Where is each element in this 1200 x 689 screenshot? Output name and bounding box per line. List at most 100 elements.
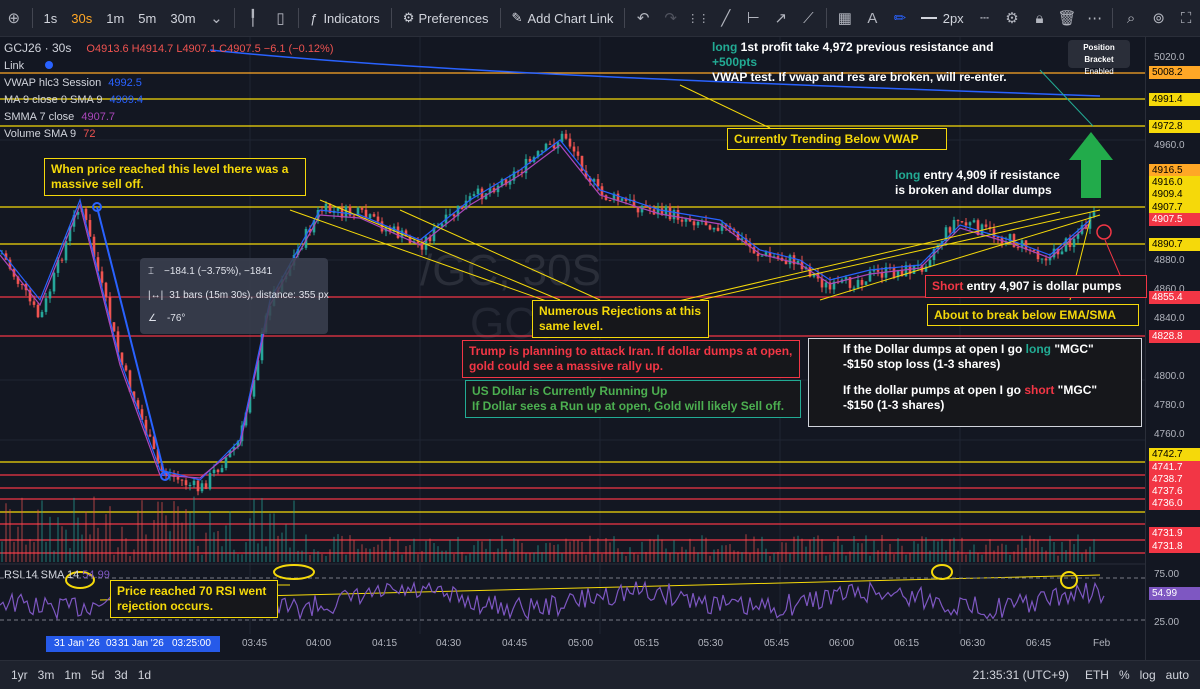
volume-bar [457, 536, 459, 562]
time-label: 06:45 [1026, 638, 1052, 649]
price-level-label: 4731.8 [1149, 540, 1200, 553]
volume-bar [837, 536, 839, 562]
candle-body [176, 476, 180, 480]
volume-bar [581, 541, 583, 562]
range-1yr[interactable]: 1yr [6, 668, 33, 682]
auto-toggle[interactable]: auto [1161, 668, 1194, 682]
volume-bar [925, 537, 927, 562]
measure-tool-popup[interactable]: ⌶ −184.1 (−3.75%), −1841 |↔| 31 bars (15m … [140, 258, 329, 334]
volume-bar [181, 522, 183, 562]
volume-bar [293, 500, 295, 562]
undo-icon[interactable]: ↶ [629, 0, 657, 36]
range-3d[interactable]: 3d [109, 668, 132, 682]
trade-plan-box[interactable]: If the Dollar dumps at open I go long "M… [808, 338, 1142, 427]
volume-bar [637, 554, 639, 562]
chevron-down-icon[interactable]: ⌄ [203, 0, 231, 36]
ray-icon[interactable]: ⊢ [740, 0, 768, 36]
ema-sma-note[interactable]: About to break below EMA/SMA [927, 304, 1139, 326]
trending-below-vwap-note[interactable]: Currently Trending Below VWAP [727, 128, 947, 150]
settings-icon[interactable]: ⚙ [998, 0, 1026, 36]
long-entry-note[interactable]: long entry 4,909 if resistance is broken… [889, 165, 1079, 201]
zoom-icon[interactable]: ⌕ [1117, 0, 1145, 36]
indicators-button[interactable]: ƒ Indicators [303, 0, 387, 36]
volume-bar [445, 550, 447, 562]
fullscreen-icon[interactable]: ⛶ [1172, 0, 1200, 36]
iran-note[interactable]: Trump is planning to attack Iran. If dol… [462, 340, 800, 378]
interval-30m[interactable]: 30m [163, 0, 202, 36]
bar-chart-icon[interactable]: ╿ [239, 0, 267, 36]
volume-bar [713, 549, 715, 562]
sell-off-note[interactable]: When price reached this level there was … [44, 158, 306, 196]
volume-bar [1005, 544, 1007, 562]
link-row[interactable]: Link [4, 58, 334, 75]
position-bracket-toggle[interactable]: Position Bracket Enabled [1068, 40, 1130, 76]
short-entry-note[interactable]: Short entry 4,907 is dollar pumps [925, 275, 1147, 298]
arrow-line-icon[interactable]: ↗ [767, 0, 795, 36]
add-chart-link-button[interactable]: ✎ Add Chart Link [505, 0, 621, 36]
line-width-select[interactable]: 2px [914, 0, 971, 36]
long-profit-note[interactable]: long 1st profit take 4,972 previous resi… [706, 37, 1046, 88]
volume-bar [521, 542, 523, 562]
candle-body [960, 221, 964, 223]
session-eth[interactable]: ETH [1080, 668, 1114, 682]
volume-bar [585, 554, 587, 562]
interval-1m[interactable]: 1m [99, 0, 131, 36]
range-5d[interactable]: 5d [86, 668, 109, 682]
symbol-label[interactable]: GCJ26 · 30s [4, 41, 71, 55]
drag-handle-icon[interactable]: ⋮⋮ [684, 0, 712, 36]
ma-legend[interactable]: MA 9 close 0 SMA 9 4909.4 [4, 92, 334, 109]
more-icon[interactable]: ⋯ [1081, 0, 1109, 36]
volume-bar [733, 550, 735, 562]
add-symbol-icon[interactable]: ⊕ [0, 0, 28, 36]
volume-bar [449, 540, 451, 562]
candle-body [964, 222, 968, 226]
volume-bar [961, 537, 963, 562]
rsi-legend[interactable]: RSI 14 SMA 14 54.99 [4, 569, 110, 581]
percent-toggle[interactable]: % [1114, 668, 1135, 682]
trash-icon[interactable]: 🗑︎ [1053, 0, 1081, 36]
volume-bar [5, 503, 7, 562]
volume-bar [381, 539, 383, 562]
dollar-note[interactable]: US Dollar is Currently Running Up If Dol… [465, 380, 801, 418]
trend-line-icon[interactable]: ╱ [712, 0, 740, 36]
preferences-button[interactable]: ⚙ Preferences [396, 0, 496, 36]
templates-icon[interactable]: ▦ [831, 0, 859, 36]
rejections-note[interactable]: Numerous Rejections at this same level. [532, 300, 709, 338]
interval-5m[interactable]: 5m [131, 0, 163, 36]
candlestick-icon[interactable]: ▯ [267, 0, 295, 36]
volume-bar [273, 513, 275, 562]
camera-icon[interactable]: ⊚ [1145, 0, 1173, 36]
smma-legend[interactable]: SMMA 7 close 4907.7 [4, 109, 334, 126]
vwap-legend[interactable]: VWAP hlc3 Session 4992.5 [4, 75, 334, 92]
candle-body [32, 301, 36, 305]
volume-bar [41, 500, 43, 562]
clock[interactable]: 21:35:31 (UTC+9) [968, 668, 1074, 682]
rsi-tick: 75.00 [1154, 569, 1180, 580]
toolbar-divider [1112, 8, 1114, 28]
price-axis[interactable]: 5020.0 4960.0 4880.0 4860.0 4840.0 4800.… [1145, 37, 1200, 660]
range-1m[interactable]: 1m [59, 668, 86, 682]
interval-30s[interactable]: 30s [64, 0, 99, 36]
text-color-icon[interactable]: A [859, 0, 887, 36]
volume-bar [817, 535, 819, 562]
candle-body [844, 277, 848, 280]
plan-long-line2: -$150 stop loss (1-3 shares) [843, 357, 1001, 371]
time-axis[interactable]: 31 Jan '26 03 31 Jan '26 03:25:00 03:45 … [0, 634, 1145, 656]
price-level-label: 5008.2 [1149, 66, 1200, 79]
volume-bar [421, 550, 423, 562]
line-style-icon[interactable]: ┄ [971, 0, 999, 36]
range-1d[interactable]: 1d [133, 668, 156, 682]
redo-icon[interactable]: ↷ [657, 0, 685, 36]
volume-bar [1013, 551, 1015, 562]
line-color-icon[interactable]: ✏ [886, 0, 914, 36]
lock-icon[interactable]: 🔒︎ [1026, 0, 1054, 36]
volume-legend[interactable]: Volume SMA 9 72 [4, 126, 334, 143]
rsi-note[interactable]: Price reached 70 RSI went rejection occu… [110, 580, 278, 618]
range-3m[interactable]: 3m [33, 668, 60, 682]
extended-line-icon[interactable]: ⟋ [795, 0, 823, 36]
interval-1s[interactable]: 1s [37, 0, 65, 36]
volume-bar [101, 540, 103, 562]
volume-bar [309, 554, 311, 562]
volume-bar [741, 552, 743, 562]
log-toggle[interactable]: log [1135, 668, 1161, 682]
